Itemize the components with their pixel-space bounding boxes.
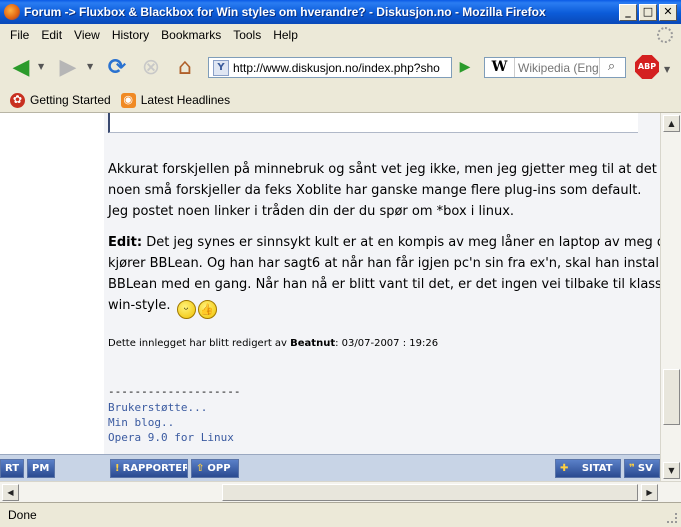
pm-button[interactable]: PM <box>27 459 55 478</box>
go-arrow-icon[interactable]: ▶ <box>454 57 476 78</box>
signature-link-blog[interactable]: Min blog.. <box>108 415 234 430</box>
maximize-button[interactable]: □ <box>639 3 657 21</box>
report-partial-button[interactable]: RT <box>0 459 24 478</box>
window-controls: _ □ ✕ <box>619 3 677 21</box>
search-icon[interactable]: ⌕ <box>599 58 623 77</box>
menu-bar: File Edit View History Bookmarks Tools H… <box>0 24 681 46</box>
forward-dropdown-icon[interactable]: ▼ <box>87 62 93 71</box>
up-button[interactable]: ⇧ OPP <box>191 459 239 478</box>
up-arrow-icon: ⇧ <box>196 463 205 474</box>
close-button[interactable]: ✕ <box>659 3 677 21</box>
menu-edit[interactable]: Edit <box>35 26 68 44</box>
post-paragraph: Edit: Det jeg synes er sinnsykt kult er … <box>108 232 660 319</box>
author-column <box>0 113 104 481</box>
signature-separator: -------------------- <box>108 385 241 398</box>
horizontal-scroll-thumb[interactable] <box>222 484 638 501</box>
back-dropdown-icon[interactable]: ▼ <box>38 62 44 71</box>
quote-marks-icon: ❞ <box>629 463 635 474</box>
back-arrow-icon[interactable]: ◀ <box>8 54 34 80</box>
navigation-toolbar: ◀ ▼ ▶ ▼ ⟳ ⊗ ⌂ Y http://www.diskusjon.no/… <box>0 46 681 88</box>
adblock-dropdown-icon[interactable]: ▼ <box>664 65 670 74</box>
menu-file[interactable]: File <box>4 26 35 44</box>
scroll-up-icon[interactable]: ▲ <box>663 115 680 132</box>
post-action-bar: RT PM ! RAPPORTER ⇧ OPP ✚ SITAT ❞ SV <box>0 454 660 481</box>
menu-help[interactable]: Help <box>267 26 304 44</box>
edited-user: Beatnut <box>290 338 336 349</box>
bookmark-label: Getting Started <box>30 93 111 107</box>
url-text[interactable]: http://www.diskusjon.no/index.php?sho <box>233 61 440 75</box>
scroll-down-icon[interactable]: ▼ <box>663 462 680 479</box>
scroll-left-icon[interactable]: ◀ <box>2 484 19 501</box>
resize-grip-icon[interactable] <box>667 513 677 523</box>
page-content: Akkurat forskjellen på minnebruk og sånt… <box>0 113 660 481</box>
menu-bookmarks[interactable]: Bookmarks <box>155 26 227 44</box>
signature-link-opera[interactable]: Opera 9.0 for Linux <box>108 430 234 445</box>
grin-smiley-icon: ᵕ <box>176 300 196 319</box>
bookmark-label: Latest Headlines <box>140 93 231 107</box>
rss-feed-icon: ◉ <box>120 92 136 108</box>
url-bar[interactable]: Y http://www.diskusjon.no/index.php?sho <box>208 57 452 78</box>
scroll-right-icon[interactable]: ▶ <box>641 484 658 501</box>
bookmark-getting-started[interactable]: ✿ Getting Started <box>10 92 111 108</box>
thumbs-up-smiley-icon: 👍 <box>197 300 217 319</box>
throbber-icon <box>657 27 673 43</box>
vertical-scrollbar[interactable]: ▲ ▼ <box>660 113 681 481</box>
edited-notice: Dette innlegget har blitt redigert av Be… <box>108 338 439 349</box>
signature-links: Brukerstøtte... Min blog.. Opera 9.0 for… <box>108 400 234 445</box>
minimize-button[interactable]: _ <box>619 3 637 21</box>
warning-icon: ! <box>115 463 120 474</box>
post-text: Akkurat forskjellen på minnebruk og sånt… <box>108 159 660 329</box>
reply-button[interactable]: ❞ SV <box>624 459 660 478</box>
search-bar: W ⌕ <box>484 57 626 78</box>
adblock-plus-icon[interactable]: ABP <box>635 55 659 79</box>
signature-link-support[interactable]: Brukerstøtte... <box>108 400 234 415</box>
menu-history[interactable]: History <box>106 26 155 44</box>
quote-button[interactable]: ✚ SITAT <box>555 459 621 478</box>
edit-label: Edit: <box>108 235 143 250</box>
status-text: Done <box>8 508 37 522</box>
plus-icon: ✚ <box>560 463 569 474</box>
report-button[interactable]: ! RAPPORTER <box>110 459 188 478</box>
quote-box <box>108 113 638 133</box>
menu-view[interactable]: View <box>68 26 106 44</box>
search-input[interactable] <box>515 60 599 75</box>
reload-icon[interactable]: ⟳ <box>104 54 130 80</box>
window-title: Forum -> Fluxbox & Blackbox for Win styl… <box>24 5 546 19</box>
bookmark-latest-headlines[interactable]: ◉ Latest Headlines <box>120 92 231 108</box>
wikipedia-engine-icon[interactable]: W <box>485 58 515 77</box>
forward-arrow-icon[interactable]: ▶ <box>55 54 81 80</box>
post-paragraph: Akkurat forskjellen på minnebruk og sånt… <box>108 162 660 219</box>
site-favicon-icon: Y <box>213 59 229 76</box>
vertical-scroll-thumb[interactable] <box>663 369 680 425</box>
home-icon[interactable]: ⌂ <box>172 54 198 80</box>
status-bar: Done <box>0 502 681 527</box>
firefox-icon <box>4 4 20 20</box>
title-bar: Forum -> Fluxbox & Blackbox for Win styl… <box>0 0 681 24</box>
stop-icon[interactable]: ⊗ <box>138 54 164 80</box>
menu-tools[interactable]: Tools <box>227 26 267 44</box>
bookmarks-toolbar: ✿ Getting Started ◉ Latest Headlines <box>0 88 681 113</box>
horizontal-scrollbar[interactable]: ◀ ▶ <box>0 481 681 502</box>
getting-started-icon: ✿ <box>10 92 25 108</box>
